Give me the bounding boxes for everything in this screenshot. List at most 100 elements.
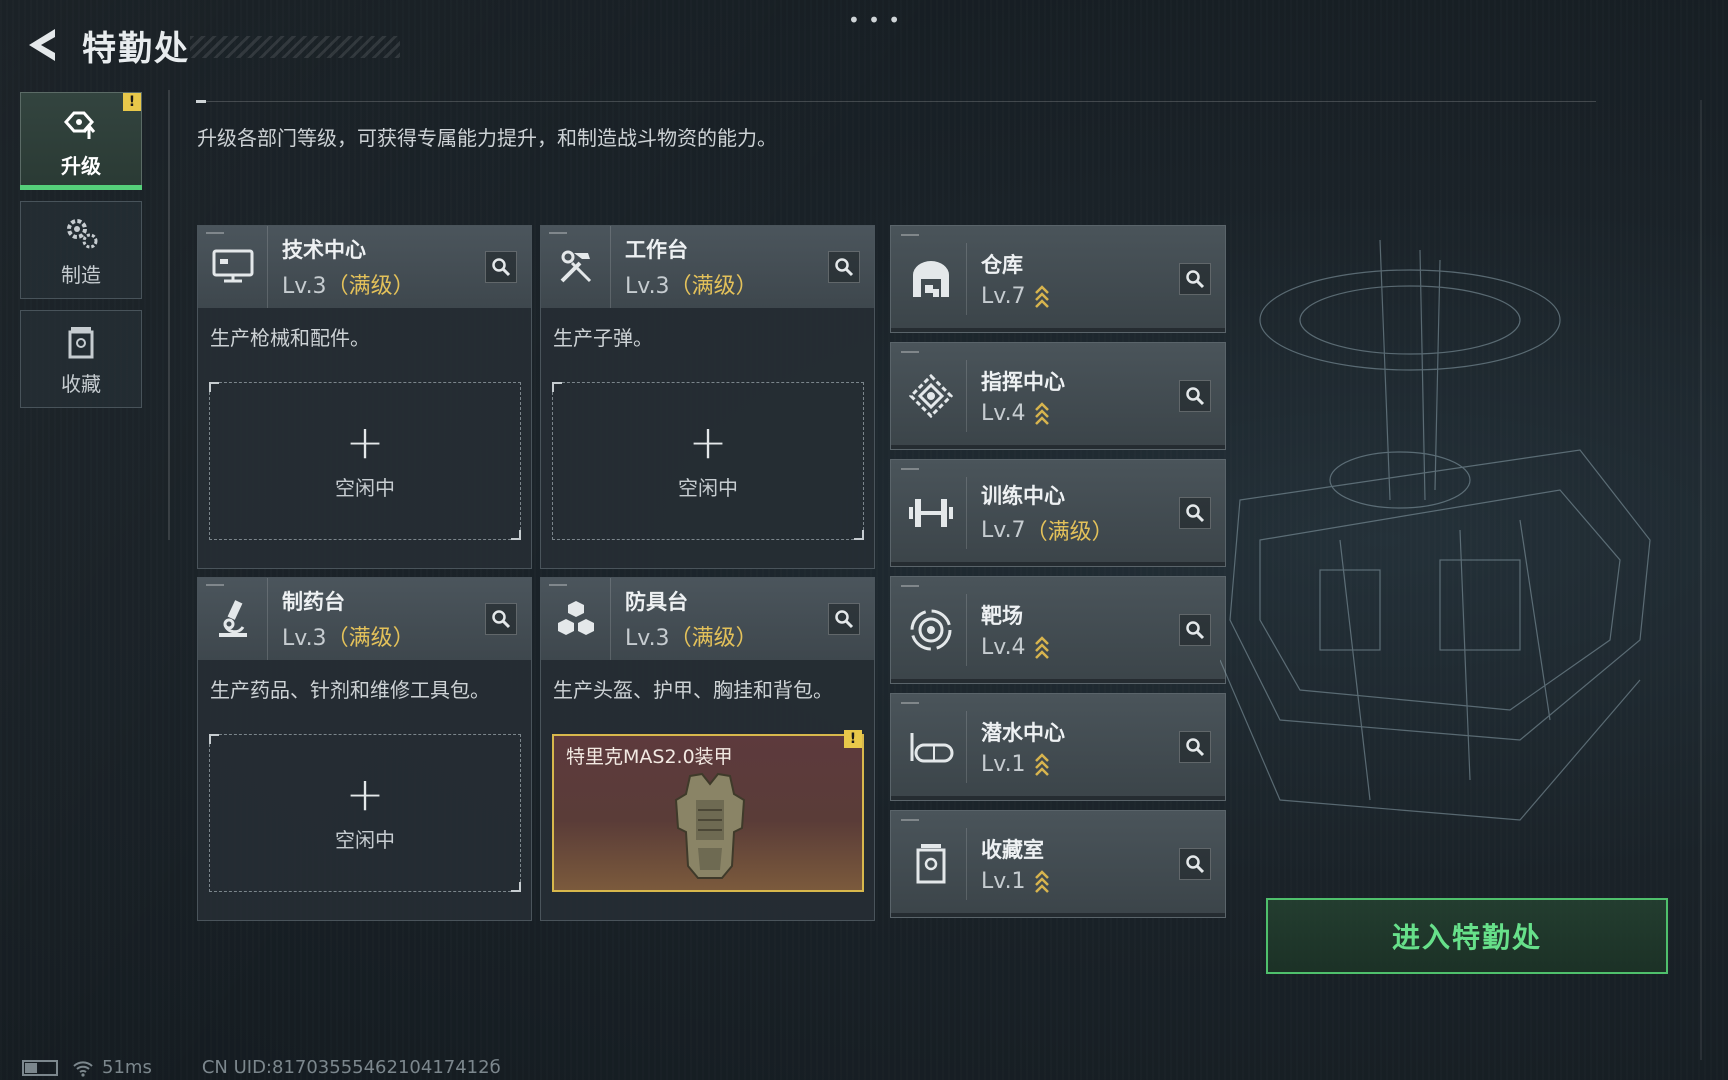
facility-card-command-center[interactable]: 指挥中心 Lv.4: [890, 342, 1226, 450]
goggles-icon: [895, 711, 967, 783]
search-button[interactable]: [1179, 731, 1211, 763]
facility-card-diving-center[interactable]: 潜水中心 Lv.1: [890, 693, 1226, 801]
workshop-level: Lv.3: [282, 626, 327, 651]
workshop-description: 生产头盔、护甲、胸挂和背包。: [553, 678, 833, 702]
max-level-tag: （满级）: [326, 626, 415, 651]
workshop-level: Lv.3: [625, 626, 670, 651]
slot-status: 空闲中: [335, 827, 395, 852]
page-description: 升级各部门等级，可获得专属能力提升，和制造战斗物资的能力。: [197, 126, 777, 150]
enter-special-ops-button[interactable]: 进入特勤处: [1266, 898, 1668, 974]
search-icon: [835, 258, 854, 277]
facility-level: Lv.1: [981, 751, 1026, 777]
search-button[interactable]: [1179, 614, 1211, 646]
plus-icon: +: [345, 414, 385, 469]
facility-name: 训练中心: [981, 484, 1065, 508]
gears-icon: [61, 213, 101, 253]
nav-item-upgrade[interactable]: ! 升级: [20, 92, 142, 190]
tools-icon: [541, 226, 611, 308]
facility-name: 仓库: [981, 253, 1023, 277]
status-bar: 51ms CN UID:8170355546210417412б: [22, 1057, 501, 1078]
computer-icon: [198, 226, 268, 308]
plus-icon: +: [688, 414, 728, 469]
upgrade-available-icon: [1034, 870, 1049, 893]
search-button[interactable]: [1179, 263, 1211, 295]
page-title: 特勤处: [82, 28, 190, 69]
empty-craft-slot[interactable]: + 空闲中: [552, 382, 864, 540]
upgrade-available-icon: [1034, 285, 1049, 308]
nav-item-collection[interactable]: 收藏: [20, 310, 142, 408]
title-decoration: [190, 36, 400, 58]
facility-name: 潜水中心: [981, 721, 1065, 745]
search-button[interactable]: [828, 251, 860, 283]
facility-level: Lv.7: [981, 517, 1026, 543]
max-level-tag: （满级）: [326, 274, 415, 299]
search-icon: [1186, 621, 1205, 640]
search-icon: [492, 610, 511, 629]
max-level-tag: （满级）: [1025, 520, 1114, 545]
search-button[interactable]: [485, 603, 517, 635]
battery-icon: [22, 1059, 58, 1076]
collection-icon: [61, 322, 101, 362]
facility-card-training-center[interactable]: 训练中心 Lv.7 （满级）: [890, 459, 1226, 567]
workshop-description: 生产枪械和配件。: [210, 326, 370, 350]
divider: [168, 90, 170, 540]
divider: [196, 100, 1596, 103]
nav-label: 制造: [61, 262, 101, 287]
facility-card-collection-room[interactable]: 收藏室 Lv.1: [890, 810, 1226, 918]
back-button[interactable]: [20, 22, 62, 68]
divider: [1700, 100, 1702, 1060]
facility-name: 收藏室: [981, 838, 1044, 862]
workshop-card-workbench: 工作台 Lv.3（满级） 生产子弹。 + 空闲中: [540, 225, 875, 569]
max-level-tag: （满级）: [669, 626, 758, 651]
microscope-icon: [198, 578, 268, 660]
search-button[interactable]: [1179, 848, 1211, 880]
slot-status: 空闲中: [678, 475, 738, 500]
upgrade-available-icon: [1034, 753, 1049, 776]
side-nav: ! 升级 制造 收藏: [20, 92, 142, 419]
facility-level: Lv.1: [981, 868, 1026, 894]
facility-level: Lv.4: [981, 400, 1026, 426]
search-button[interactable]: [1179, 497, 1211, 529]
target-icon: [895, 594, 967, 666]
nav-label: 收藏: [61, 371, 101, 396]
facility-card-warehouse[interactable]: 仓库 Lv.7: [890, 225, 1226, 333]
ping-value: 51ms: [102, 1057, 152, 1078]
upgrade-available-icon: [1034, 636, 1049, 659]
empty-craft-slot[interactable]: + 空闲中: [209, 734, 521, 892]
user-uid: CN UID:8170355546210417412б: [201, 1057, 501, 1078]
cubes-icon: [541, 578, 611, 660]
search-button[interactable]: [1179, 380, 1211, 412]
dumbbell-icon: [895, 477, 967, 549]
base-wireframe-illustration: [1220, 240, 1651, 821]
workshop-card-tech-center: 技术中心 Lv.3（满级） 生产枪械和配件。 + 空闲中: [197, 225, 532, 569]
empty-craft-slot[interactable]: + 空闲中: [209, 382, 521, 540]
item-name: 特里克MAS2.0装甲: [566, 746, 733, 768]
search-button[interactable]: [485, 251, 517, 283]
search-icon: [835, 610, 854, 629]
search-icon: [1186, 504, 1205, 523]
workshop-description: 生产子弹。: [553, 326, 653, 350]
workshop-card-pharmacy: 制药台 Lv.3（满级） 生产药品、针剂和维修工具包。 + 空闲中: [197, 577, 532, 921]
search-button[interactable]: [828, 603, 860, 635]
workshop-name: 防具台: [625, 590, 688, 614]
workshop-name: 技术中心: [282, 238, 366, 262]
collection-icon: [895, 828, 967, 900]
facility-name: 靶场: [981, 604, 1023, 628]
facility-card-shooting-range[interactable]: 靶场 Lv.4: [890, 576, 1226, 684]
header: 特勤处: [20, 18, 400, 72]
search-icon: [1186, 738, 1205, 757]
enter-button-label: 进入特勤处: [1391, 921, 1542, 954]
facility-level: Lv.7: [981, 283, 1026, 309]
search-icon: [1186, 855, 1205, 874]
search-icon: [1186, 387, 1205, 406]
workshop-card-armor-bench: 防具台 Lv.3（满级） 生产头盔、护甲、胸挂和背包。 特里克MAS2.0装甲 …: [540, 577, 875, 921]
search-icon: [492, 258, 511, 277]
armor-vest-image: [674, 772, 746, 879]
upgrade-available-icon: [1034, 402, 1049, 425]
nav-item-craft[interactable]: 制造: [20, 201, 142, 299]
more-options-icon[interactable]: • • •: [848, 8, 901, 32]
workshop-level: Lv.3: [625, 274, 670, 299]
nav-label: 升级: [61, 153, 101, 178]
crafting-item-slot[interactable]: 特里克MAS2.0装甲 !: [552, 730, 864, 892]
workshop-level: Lv.3: [282, 274, 327, 299]
